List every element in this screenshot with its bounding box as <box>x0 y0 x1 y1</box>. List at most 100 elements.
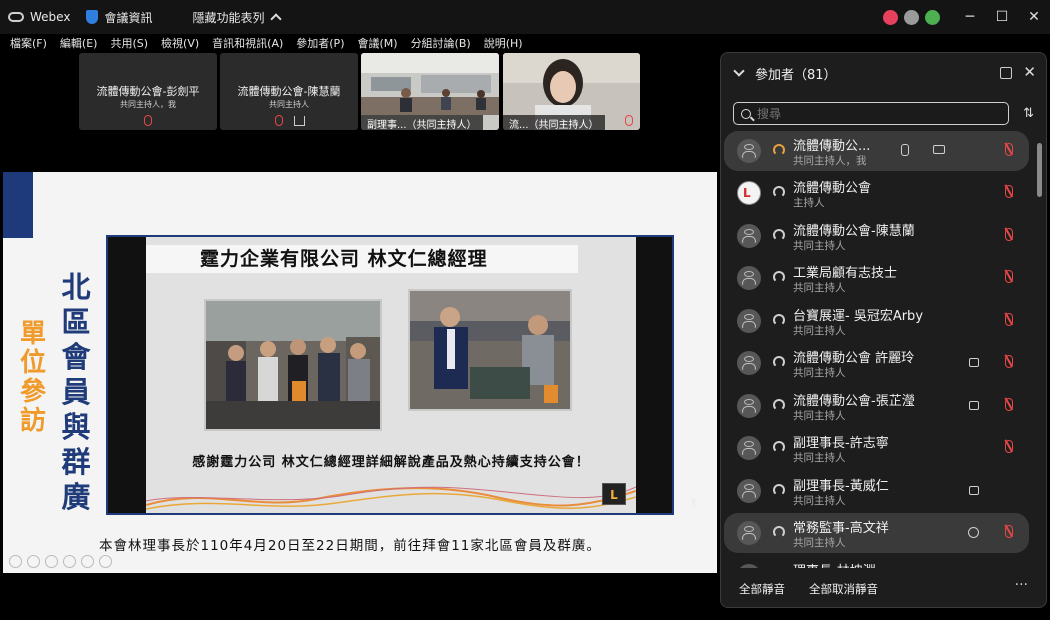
menu-meeting[interactable]: 會議(M) <box>357 35 397 51</box>
audio-connection-icon <box>773 441 785 453</box>
minimize-button[interactable]: ─ <box>954 0 986 34</box>
search-input[interactable] <box>757 106 997 121</box>
next-slide-icon[interactable] <box>27 555 40 568</box>
participant-row[interactable]: 流體傳動公會-陳慧蘭 共同主持人 <box>724 216 1029 256</box>
menu-edit[interactable]: 編輯(E) <box>60 35 98 51</box>
audio-connection-icon <box>773 314 785 326</box>
participant-name: 流體傳動公... <box>793 139 871 154</box>
mute-all-button[interactable]: 全部靜音 <box>739 581 785 597</box>
mic-muted-icon[interactable] <box>1005 355 1013 368</box>
participant-row[interactable]: 理事長-林坤淵 <box>724 556 1029 568</box>
previous-slide-icon[interactable] <box>9 555 22 568</box>
mic-muted-icon[interactable] <box>1005 185 1013 198</box>
participant-row[interactable]: 副理事長-黃威仁 共同主持人 <box>724 471 1029 511</box>
search-box[interactable] <box>733 102 1009 125</box>
menu-audio-video[interactable]: 音訊和視訊(A) <box>212 35 283 51</box>
participant-name: 流體傳動公會-陳慧蘭 <box>793 224 915 239</box>
avatar <box>737 521 761 545</box>
more-options-icon[interactable]: ··· <box>1015 577 1028 593</box>
menu-view[interactable]: 檢視(V) <box>161 35 199 51</box>
avatar: L <box>737 181 761 205</box>
photo-title: 霆力企業有限公司 林文仁總經理 <box>146 245 578 273</box>
participant-row[interactable]: L 流體傳動公會 主持人 <box>724 173 1029 213</box>
participant-row[interactable]: 流體傳動公會-張芷瀅 共同主持人 <box>724 386 1029 426</box>
menu-participants[interactable]: 參加者(P) <box>296 35 344 51</box>
mic-muted-icon[interactable] <box>1005 398 1013 411</box>
mic-muted-icon[interactable] <box>1005 440 1013 453</box>
decorative-wave <box>146 486 636 510</box>
gallery-icon[interactable] <box>63 555 76 568</box>
pen-icon[interactable] <box>45 555 58 568</box>
raise-hand-icon[interactable] <box>901 144 909 156</box>
participants-panel: 參加者（81） ✕ ⇅ 流體傳動公... 共同主持人，我 L 流體傳動公會 主持… <box>720 52 1047 608</box>
close-window-button[interactable]: ✕ <box>1018 0 1050 34</box>
camera-icon[interactable] <box>969 401 979 410</box>
sort-icon[interactable]: ⇅ <box>1023 106 1034 121</box>
status-dot-green-icon[interactable] <box>925 9 940 25</box>
participant-row[interactable]: 流體傳動公會 許麗玲 共同主持人 <box>724 343 1029 383</box>
chat-icon[interactable] <box>968 527 979 538</box>
participant-row[interactable]: 台寶展運- 吳冠宏Arby 共同主持人 <box>724 301 1029 341</box>
zoom-icon[interactable] <box>81 555 94 568</box>
menu-file[interactable]: 檔案(F) <box>10 35 47 51</box>
participant-row[interactable]: 流體傳動公... 共同主持人，我 <box>724 131 1029 171</box>
window-controls: ─ ☐ ✕ <box>883 0 1050 34</box>
audio-connection-icon <box>773 484 785 496</box>
participant-row[interactable]: 常務監事-高文祥 共同主持人 <box>724 513 1029 553</box>
video-caption: 副理事...（共同主持人） <box>361 115 483 130</box>
mic-muted-icon <box>275 115 283 126</box>
slide-char: 北 <box>61 270 91 304</box>
participant-role: 共同主持人 <box>793 495 846 507</box>
slide-vertical-title-navy: 北 區 會 員 與 群 廣 <box>59 270 93 515</box>
status-dot-red-icon[interactable] <box>883 9 898 25</box>
participant-role: 共同主持人 <box>793 410 846 422</box>
more-options-icon[interactable] <box>99 555 112 568</box>
menu-help[interactable]: 說明(H) <box>484 35 523 51</box>
closed-caption-icon[interactable] <box>933 145 945 154</box>
meeting-info-button[interactable]: 會議資訊 <box>86 9 152 26</box>
audio-connection-icon <box>773 229 785 241</box>
participant-video-thumbnail[interactable]: 流...（共同主持人） <box>503 53 640 130</box>
menu-share[interactable]: 共用(S) <box>110 35 148 51</box>
participant-role: 共同主持人 <box>793 367 846 379</box>
slide-vertical-title-orange: 單 位 參 訪 <box>19 320 47 436</box>
avatar <box>737 436 761 460</box>
mic-muted-icon[interactable] <box>1005 525 1013 538</box>
avatar <box>737 139 761 163</box>
search-icon <box>741 108 751 119</box>
hide-menu-bar-label: 隱藏功能表列 <box>192 10 265 25</box>
collapse-chevron-icon[interactable] <box>733 65 745 77</box>
mic-muted-icon[interactable] <box>1005 270 1013 283</box>
mic-muted-icon[interactable] <box>1005 313 1013 326</box>
camera-icon[interactable] <box>969 486 979 495</box>
mic-muted-icon[interactable] <box>1005 143 1013 156</box>
close-panel-button[interactable]: ✕ <box>1023 63 1036 81</box>
popout-icon[interactable] <box>1000 67 1012 79</box>
shield-icon <box>86 10 99 24</box>
participant-row[interactable]: 工業局顧有志技士 共同主持人 <box>724 258 1029 298</box>
participant-thumbnail[interactable]: 流體傳動公會-陳慧蘭 共同主持人 <box>220 53 358 130</box>
unmute-all-button[interactable]: 全部取消靜音 <box>809 581 878 597</box>
photo-caption: 感謝霆力公司 林文仁總經理詳細解說產品及熱心持續支持公會！ <box>192 455 590 470</box>
status-dot-gray-icon[interactable] <box>904 9 919 25</box>
group-photo-image <box>206 301 380 429</box>
participant-row[interactable]: 副理事長-許志寧 共同主持人 <box>724 428 1029 468</box>
mic-muted-icon[interactable] <box>1005 228 1013 241</box>
demo-photo-image <box>410 291 570 409</box>
audio-connection-icon <box>773 399 785 411</box>
menu-bar: 檔案(F) 編輯(E) 共用(S) 檢視(V) 音訊和視訊(A) 參加者(P) … <box>0 34 1050 52</box>
shared-content-area[interactable]: 單 位 參 訪 北 區 會 員 與 群 廣 霆力企業有限公司 林文仁總經理 感謝… <box>3 172 717 573</box>
participant-list-scrollbar[interactable] <box>1037 143 1042 197</box>
thumbnail-name: 流體傳動公會-彭劍平 <box>96 85 200 98</box>
maximize-button[interactable]: ☐ <box>986 0 1018 34</box>
participant-thumbnail[interactable]: 流體傳動公會-彭劍平 共同主持人，我 <box>79 53 217 130</box>
company-logo: L <box>602 483 626 505</box>
menu-breakout[interactable]: 分組討論(B) <box>411 35 471 51</box>
panel-title: 參加者（81） <box>755 67 837 83</box>
participant-video-thumbnail[interactable]: 副理事...（共同主持人） <box>361 53 499 130</box>
slide-photo-panel: 霆力企業有限公司 林文仁總經理 感謝霆力公司 林文仁總經理詳細解說產品及熱心持續… <box>146 237 636 513</box>
camera-icon[interactable] <box>969 358 979 367</box>
meeting-info-label: 會議資訊 <box>104 10 153 25</box>
slide-accent-bar <box>3 172 33 238</box>
hide-menu-bar-button[interactable]: 隱藏功能表列 <box>192 9 283 26</box>
